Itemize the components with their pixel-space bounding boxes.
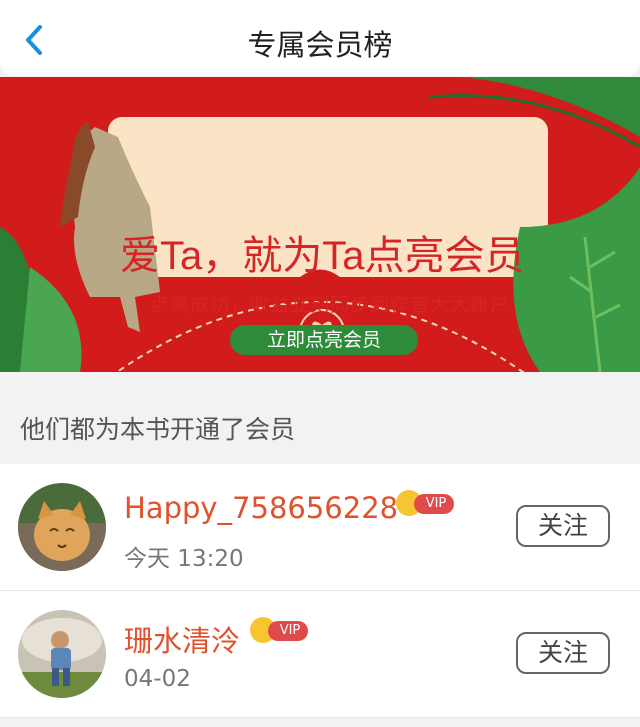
member-name[interactable]: Happy_758656228 (124, 491, 398, 525)
avatar[interactable] (18, 483, 106, 571)
vip-label: VIP (268, 621, 308, 641)
member-list: Happy_758656228 VIP 今天 13:20 关注 珊水清泠 VIP… (0, 464, 640, 718)
section-title: 他们都为本书开通了会员 (20, 415, 296, 444)
list-item[interactable]: 珊水清泠 VIP 04-02 关注 (0, 591, 640, 718)
banner-subline: 点亮成功，收益立刻同步到作者大大账户 (150, 294, 511, 316)
avatar[interactable] (18, 610, 106, 698)
cat-photo (18, 483, 106, 571)
vip-label: VIP (414, 494, 454, 514)
list-item[interactable]: Happy_758656228 VIP 今天 13:20 关注 (0, 464, 640, 591)
member-name[interactable]: 珊水清泠 (124, 618, 240, 660)
page-title: 专属会员榜 (247, 28, 393, 62)
light-up-vip-button[interactable]: 立即点亮会员 (230, 325, 418, 355)
member-time: 04-02 (124, 666, 191, 692)
follow-button[interactable]: 关注 (516, 505, 610, 547)
member-time: 今天 13:20 (124, 546, 244, 572)
promo-banner[interactable]: 爱Ta，就为Ta点亮会员 点亮成功，收益立刻同步到作者大大账户 立即点亮会员 (0, 77, 640, 372)
follow-button[interactable]: 关注 (516, 632, 610, 674)
child-photo (18, 610, 106, 698)
nav-bar: 专属会员榜 (0, 0, 640, 76)
banner-headline: 爱Ta，就为Ta点亮会员 (120, 234, 525, 278)
